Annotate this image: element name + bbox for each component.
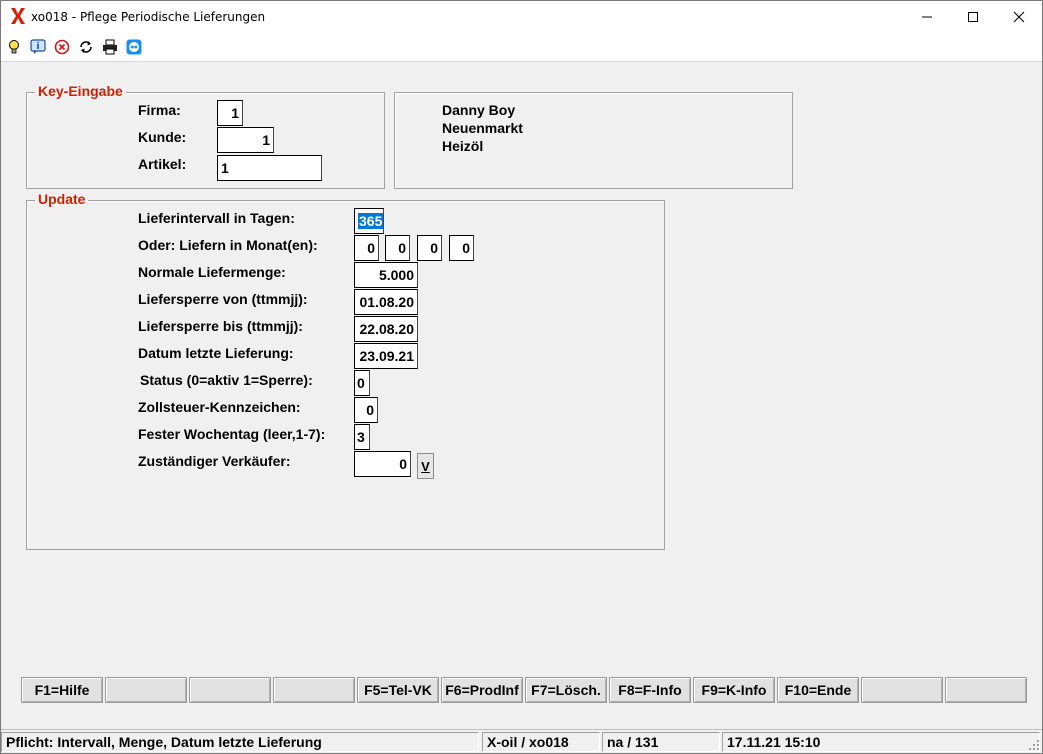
- f6-prodinf-button[interactable]: F6=ProdInf: [441, 677, 523, 703]
- month-4-input[interactable]: 0: [449, 235, 474, 261]
- fkey-2-button[interactable]: [105, 677, 187, 703]
- fkey-3-button[interactable]: [189, 677, 271, 703]
- status-message: Pflicht: Intervall, Menge, Datum letzte …: [1, 732, 479, 752]
- firma-input[interactable]: 1: [217, 100, 243, 126]
- customer-city: Neuenmarkt: [442, 120, 523, 136]
- info-icon[interactable]: [30, 39, 46, 55]
- fkey-11-button[interactable]: [861, 677, 943, 703]
- maximize-button[interactable]: [950, 1, 996, 33]
- close-button[interactable]: [996, 1, 1042, 33]
- toolbar: [1, 34, 1042, 61]
- application-window: xo018 - Pflege Periodische Lieferungen K…: [0, 0, 1043, 754]
- teamviewer-icon[interactable]: [126, 39, 142, 55]
- status-program: X-oil / xo018: [482, 732, 600, 752]
- menge-label: Normale Liefermenge:: [138, 264, 286, 280]
- letzte-lieferung-input[interactable]: 23.09.21: [354, 343, 418, 369]
- article-name: Heizöl: [442, 138, 484, 154]
- verkaeufer-input[interactable]: 0: [354, 451, 411, 477]
- letzte-lieferung-label: Datum letzte Lieferung:: [138, 345, 294, 361]
- kunde-input[interactable]: 1: [217, 127, 274, 153]
- f10-end-button[interactable]: F10=Ende: [777, 677, 859, 703]
- f9-k-info-button[interactable]: F9=K-Info: [693, 677, 775, 703]
- close-icon: [1013, 11, 1025, 23]
- month-3-input[interactable]: 0: [417, 235, 442, 261]
- fkey-12-button[interactable]: [945, 677, 1027, 703]
- close-circle-icon[interactable]: [54, 39, 70, 55]
- artikel-input[interactable]: 1: [217, 155, 322, 181]
- month-1-input[interactable]: 0: [354, 235, 379, 261]
- printer-icon[interactable]: [102, 39, 118, 55]
- wochentag-input[interactable]: 3: [354, 424, 370, 450]
- zoll-label: Zollsteuer-Kennzeichen:: [138, 399, 301, 415]
- kunde-label: Kunde:: [138, 129, 187, 145]
- verkaeufer-lookup-button[interactable]: V: [417, 453, 434, 479]
- sperre-bis-label: Liefersperre bis (ttmmjj):: [138, 318, 303, 334]
- status-bar: Pflicht: Intervall, Menge, Datum letzte …: [1, 729, 1042, 753]
- f5-tel-vk-button[interactable]: F5=Tel-VK: [357, 677, 439, 703]
- sperre-von-input[interactable]: 01.08.20: [354, 289, 418, 315]
- f7-delete-button[interactable]: F7=Lösch.: [525, 677, 607, 703]
- interval-label: Lieferintervall in Tagen:: [138, 210, 295, 226]
- artikel-label: Artikel:: [138, 156, 187, 172]
- sperre-von-label: Liefersperre von (ttmmjj):: [138, 291, 308, 307]
- fkey-4-button[interactable]: [273, 677, 355, 703]
- key-input-legend: Key-Eingabe: [35, 83, 126, 99]
- title-bar: xo018 - Pflege Periodische Lieferungen: [1, 1, 1042, 34]
- refresh-icon[interactable]: [78, 39, 94, 55]
- key-input-group: [26, 92, 385, 189]
- verkaeufer-label: Zuständiger Verkäufer:: [138, 453, 291, 469]
- f1-help-button[interactable]: F1=Hilfe: [21, 677, 103, 703]
- zoll-input[interactable]: 0: [354, 397, 378, 423]
- update-group: [26, 200, 665, 550]
- update-legend: Update: [35, 191, 89, 207]
- status-label: Status (0=aktiv 1=Sperre):: [140, 372, 313, 388]
- sperre-bis-input[interactable]: 22.08.20: [354, 316, 418, 342]
- status-user: na / 131: [602, 732, 720, 752]
- interval-input[interactable]: 365: [354, 208, 384, 234]
- menge-input[interactable]: 5.000: [354, 262, 418, 288]
- toolbar-separator: [1, 61, 1042, 62]
- function-key-bar: F1=Hilfe F5=Tel-VK F6=ProdInf F7=Lösch. …: [21, 677, 1027, 703]
- maximize-icon: [968, 12, 978, 22]
- minimize-button[interactable]: [904, 1, 950, 33]
- minimize-icon: [922, 16, 932, 18]
- months-label: Oder: Liefern in Monat(en):: [138, 237, 318, 253]
- status-datetime: 17.11.21 15:10: [722, 732, 1040, 752]
- window-title: xo018 - Pflege Periodische Lieferungen: [31, 10, 266, 24]
- wochentag-label: Fester Wochentag (leer,1-7):: [138, 426, 326, 442]
- app-x-icon: [11, 8, 25, 24]
- firma-label: Firma:: [138, 102, 181, 118]
- status-input[interactable]: 0: [354, 370, 370, 396]
- customer-name: Danny Boy: [442, 102, 516, 118]
- f8-f-info-button[interactable]: F8=F-Info: [609, 677, 691, 703]
- month-2-input[interactable]: 0: [385, 235, 410, 261]
- resize-grip-icon[interactable]: [1028, 739, 1040, 751]
- lightbulb-icon[interactable]: [6, 39, 22, 55]
